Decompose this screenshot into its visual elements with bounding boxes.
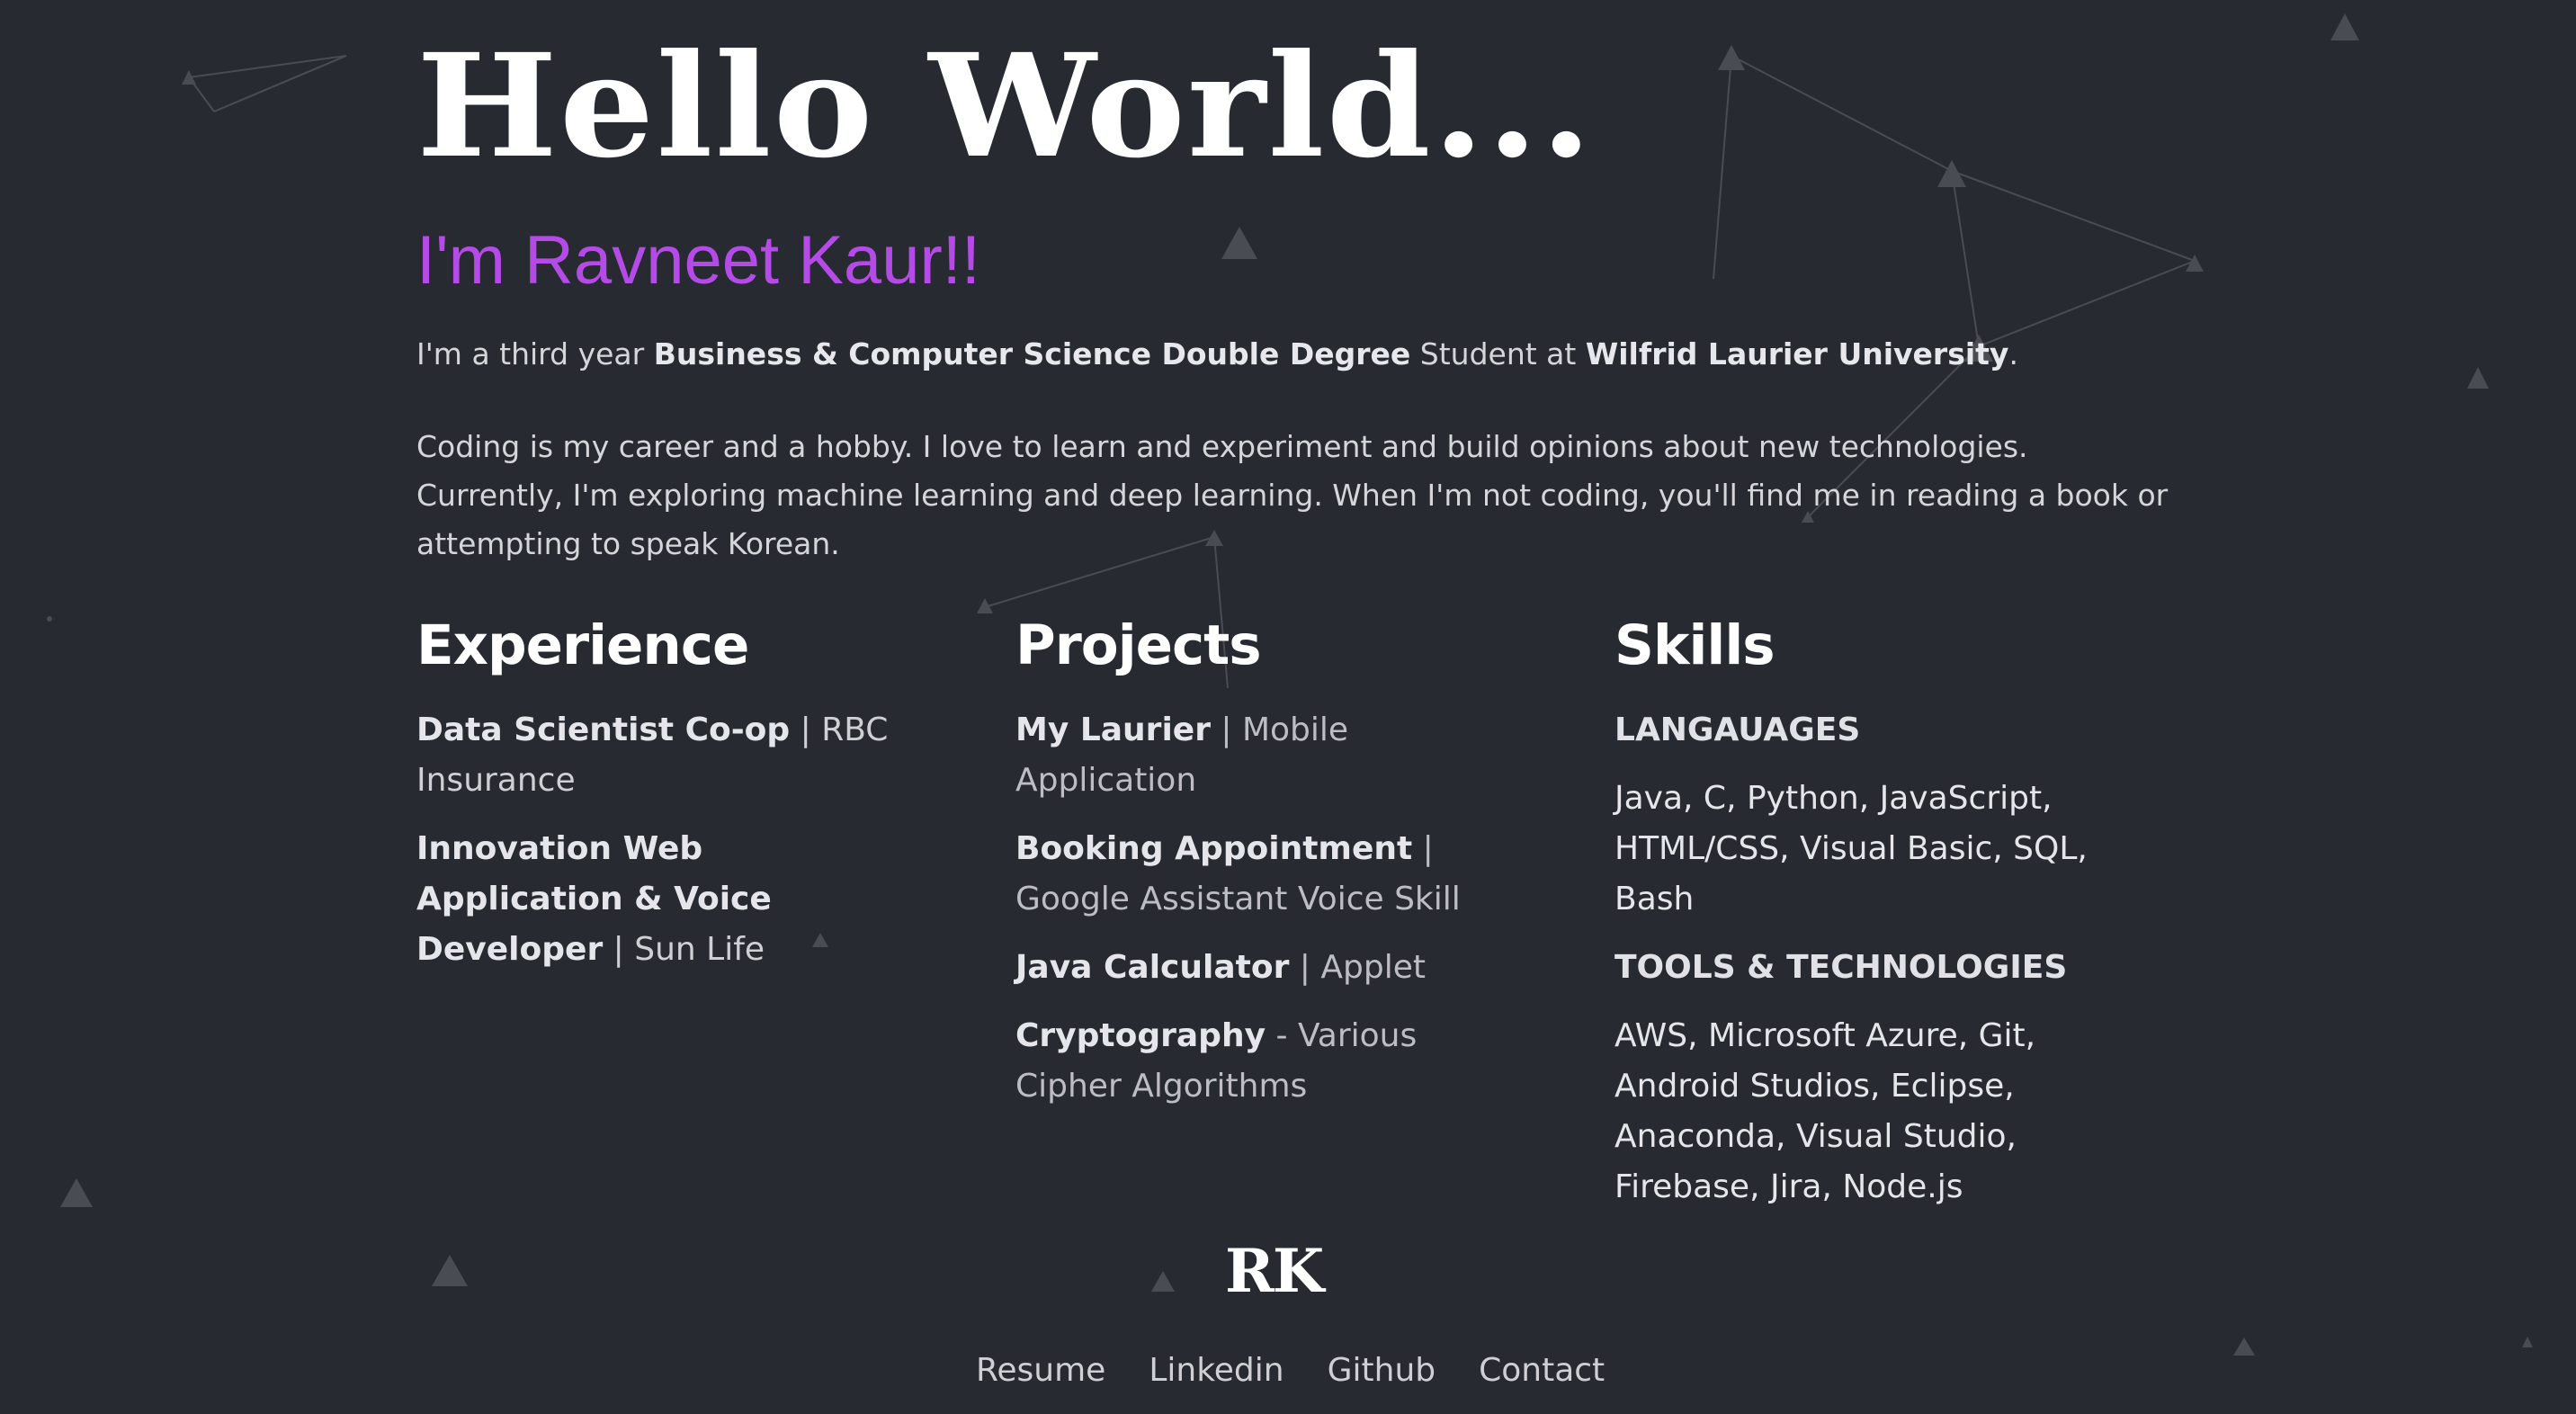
languages-label: LANGAUAGES [1614, 711, 1861, 748]
project-title: Booking Appointment [1015, 830, 1413, 867]
intro-text-3: . [2008, 336, 2018, 371]
experience-section: Experience Data Scientist Co-op | RBC In… [416, 612, 920, 993]
languages-list: Java, C, Python, JavaScript, HTML/CSS, V… [1614, 780, 2088, 917]
intro-university: Wilfrid Laurier University [1585, 336, 2009, 371]
project-title: Cryptography [1015, 1017, 1266, 1054]
experience-item: Innovation Web Application & Voice Devel… [416, 824, 920, 975]
intro-text-2: Student at [1410, 336, 1586, 371]
footer-link-resume[interactable]: Resume [976, 1349, 1105, 1392]
project-separator: - [1266, 1017, 1298, 1054]
project-title: Java Calculator [1015, 949, 1290, 986]
skills-section: Skills LANGAUAGES Java, C, Python, JavaS… [1614, 612, 2118, 1231]
project-item: Java Calculator | Applet [1015, 943, 1519, 993]
projects-section: Projects My Laurier | Mobile Application… [1015, 612, 1519, 1130]
footer-link-github[interactable]: Github [1328, 1349, 1436, 1392]
projects-heading: Projects [1015, 613, 1262, 677]
experience-separator: | [790, 711, 822, 748]
about-paragraph: Coding is my career and a hobby. I love … [416, 429, 2169, 561]
project-item: Booking Appointment | Google Assistant V… [1015, 824, 1519, 925]
experience-item: Data Scientist Co-op | RBC Insurance [416, 705, 920, 806]
rk-logo[interactable]: RK [1225, 1241, 1324, 1301]
footer-nav: Resume Linkedin Github Contact [976, 1349, 1605, 1392]
skills-heading: Skills [1614, 613, 1775, 677]
footer-link-linkedin[interactable]: Linkedin [1149, 1349, 1284, 1392]
experience-title: Data Scientist Co-op [416, 711, 791, 748]
intro-degree: Business & Computer Science Double Degre… [653, 336, 1411, 371]
hero-name: I'm Ravneet Kaur!! [416, 222, 980, 299]
project-desc: Applet [1320, 949, 1426, 986]
tools-label: TOOLS & TECHNOLOGIES [1614, 949, 2068, 986]
footer-link-contact[interactable]: Contact [1479, 1349, 1605, 1392]
intro-paragraph: I'm a third year Business & Computer Sci… [416, 330, 2179, 379]
experience-separator: | [603, 931, 635, 968]
project-desc: Google Assistant Voice Skill [1015, 881, 1461, 917]
tools-list: AWS, Microsoft Azure, Git, Android Studi… [1614, 1017, 2036, 1205]
intro-text-1: I'm a third year [416, 336, 654, 371]
project-item: My Laurier | Mobile Application [1015, 705, 1519, 806]
project-separator: | [1412, 830, 1434, 867]
project-separator: | [1210, 711, 1242, 748]
hero-greeting: Hello World... [416, 23, 1595, 190]
project-title: My Laurier [1015, 711, 1211, 748]
experience-heading: Experience [416, 613, 749, 677]
project-item: Cryptography - Various Cipher Algorithms [1015, 1011, 1519, 1112]
project-separator: | [1289, 949, 1321, 986]
experience-org: Sun Life [634, 931, 765, 968]
